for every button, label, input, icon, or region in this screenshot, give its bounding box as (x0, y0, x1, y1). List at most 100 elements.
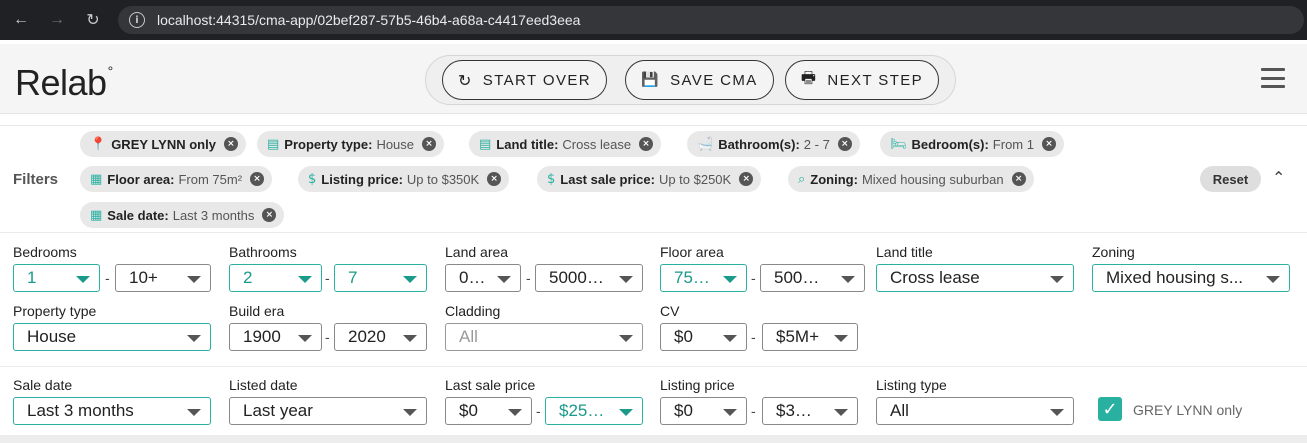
caret-down-icon (619, 409, 633, 416)
last-sale-price-label: Last sale price (445, 377, 536, 393)
filter-chip-last-sale-price[interactable]: $ Last sale price: Up to $250K × (537, 166, 762, 192)
chip-close-icon[interactable]: × (639, 137, 654, 151)
caret-down-icon (403, 409, 417, 416)
listed-date-select[interactable]: Last year (229, 397, 427, 425)
address-bar[interactable]: i localhost:44315/cma-app/02bef287-57b5-… (118, 6, 1304, 34)
bathrooms-max-select[interactable]: 7 (334, 264, 427, 292)
select-value: 1900 (243, 327, 281, 346)
bottom-strip (0, 435, 1307, 443)
floor-area-min-select[interactable]: 75m² (660, 264, 747, 292)
caret-down-icon (187, 276, 201, 283)
listing-type-select[interactable]: All (876, 397, 1074, 425)
select-value: All (890, 401, 909, 420)
select-value: 5000m²+ (549, 268, 606, 287)
save-cma-button[interactable]: 💾 SAVE CMA (625, 60, 774, 100)
chip-close-icon[interactable]: × (250, 172, 265, 186)
chip-close-icon[interactable]: × (1011, 172, 1026, 186)
caret-down-icon (834, 409, 848, 416)
back-icon[interactable]: ← (11, 10, 31, 30)
build-era-min-select[interactable]: 1900 (229, 323, 322, 351)
filter-chip-zoning[interactable]: ⌕ Zoning: Mixed housing suburban × (788, 166, 1034, 192)
cv-min-select[interactable]: $0 (660, 323, 747, 351)
chip-close-icon[interactable]: × (837, 137, 852, 151)
last-sale-price-max-select[interactable]: $250K (545, 397, 643, 425)
last-sale-price-min-select[interactable]: $0 (445, 397, 532, 425)
range-dash: - (526, 270, 531, 286)
bedrooms-max-select[interactable]: 10+ (115, 264, 211, 292)
cladding-select[interactable]: All (445, 323, 643, 351)
chip-close-icon[interactable]: × (1041, 137, 1056, 151)
land-area-max-select[interactable]: 5000m²+ (535, 264, 643, 292)
bathrooms-min-select[interactable]: 2 (229, 264, 322, 292)
zoning-select[interactable]: Mixed housing s... (1092, 264, 1290, 292)
next-step-button[interactable]: 🖶 NEXT STEP (785, 60, 939, 100)
floor-area-label: Floor area (660, 244, 724, 260)
select-value: 75m² (674, 268, 710, 287)
filter-chip-land-title[interactable]: ▤ Land title: Cross lease × (469, 131, 662, 157)
select-value: $250K (559, 401, 606, 420)
menu-icon[interactable] (1261, 68, 1285, 88)
sale-date-select[interactable]: Last 3 months (13, 397, 211, 425)
chip-close-icon[interactable]: × (262, 208, 277, 222)
chip-key: Property type: (284, 136, 373, 152)
cladding-label: Cladding (445, 303, 501, 319)
range-dash: - (105, 270, 110, 286)
chip-value: Last 3 months (172, 207, 255, 223)
caret-down-icon (619, 276, 633, 283)
relab-logo[interactable]: Relab° (15, 62, 113, 104)
reload-icon[interactable]: ↻ (83, 10, 103, 30)
filter-chip-bathrooms[interactable]: 🛁 Bathroom(s): 2 - 7 × (687, 131, 860, 157)
chip-key: Bathroom(s): (718, 136, 800, 152)
url-text[interactable]: localhost:44315/cma-app/02bef287-57b5-46… (157, 12, 580, 28)
caret-down-icon (1266, 276, 1280, 283)
bed-icon: 🛏 (890, 136, 907, 152)
filter-chip-floor-area[interactable]: ▦ Floor area: From 75m² × (80, 166, 273, 192)
caret-down-icon (497, 276, 511, 283)
reset-filters-button[interactable]: Reset (1200, 166, 1261, 192)
document-icon: ▤ (267, 136, 280, 152)
active-filters-panel: Filters 📍 GREY LYNN only × ▤ Property ty… (0, 125, 1307, 233)
land-title-select[interactable]: Cross lease (876, 264, 1074, 292)
property-type-select[interactable]: House (13, 323, 211, 351)
chevron-up-icon[interactable]: ⌃ (1272, 168, 1285, 187)
select-value: Cross lease (890, 268, 980, 287)
site-info-icon[interactable]: i (129, 12, 145, 28)
refresh-icon: ↻ (457, 70, 473, 90)
chip-close-icon[interactable]: × (223, 137, 238, 151)
filter-chip-suburb[interactable]: 📍 GREY LYNN only × (80, 131, 246, 157)
chip-value: Mixed housing suburban (861, 171, 1004, 187)
land-area-min-select[interactable]: 0m² (445, 264, 521, 292)
start-over-button[interactable]: ↻ START OVER (442, 60, 607, 100)
floor-area-max-select[interactable]: 500m²+ (760, 264, 865, 292)
select-value: 0m² (459, 268, 484, 287)
listing-price-max-select[interactable]: $350K (762, 397, 858, 425)
bedrooms-min-select[interactable]: 1 (13, 264, 100, 292)
chip-close-icon[interactable]: × (422, 137, 437, 151)
save-icon: 💾 (641, 72, 661, 88)
filter-chip-property-type[interactable]: ▤ Property type: House × (257, 131, 445, 157)
caret-down-icon (508, 409, 522, 416)
caret-down-icon (619, 335, 633, 342)
chip-value: Up to $350K (406, 171, 480, 187)
forward-icon[interactable]: → (47, 10, 67, 30)
caret-down-icon (298, 335, 312, 342)
filter-chip-sale-date[interactable]: ▦ Sale date: Last 3 months × (80, 202, 285, 228)
cv-max-select[interactable]: $5M+ (762, 323, 858, 351)
range-dash: - (536, 403, 541, 419)
start-over-label: START OVER (482, 71, 591, 89)
range-dash: - (325, 270, 330, 286)
filter-chip-bedrooms[interactable]: 🛏 Bedroom(s): From 1 × (880, 131, 1064, 157)
chip-close-icon[interactable]: × (739, 172, 754, 186)
filters-heading: Filters (13, 171, 59, 188)
chip-close-icon[interactable]: × (487, 172, 502, 186)
next-step-label: NEXT STEP (827, 71, 924, 89)
filter-chip-listing-price[interactable]: $ Listing price: Up to $350K × (298, 166, 510, 192)
build-era-max-select[interactable]: 2020 (334, 323, 427, 351)
listing-price-min-select[interactable]: $0 (660, 397, 747, 425)
sale-date-label: Sale date (13, 377, 73, 393)
suburb-only-checkbox[interactable]: ✓ (1098, 397, 1122, 421)
menu-bar (1261, 85, 1285, 88)
document-icon: ▤ (479, 136, 492, 152)
menu-bar (1261, 76, 1285, 80)
chip-key: Land title: (496, 136, 559, 152)
